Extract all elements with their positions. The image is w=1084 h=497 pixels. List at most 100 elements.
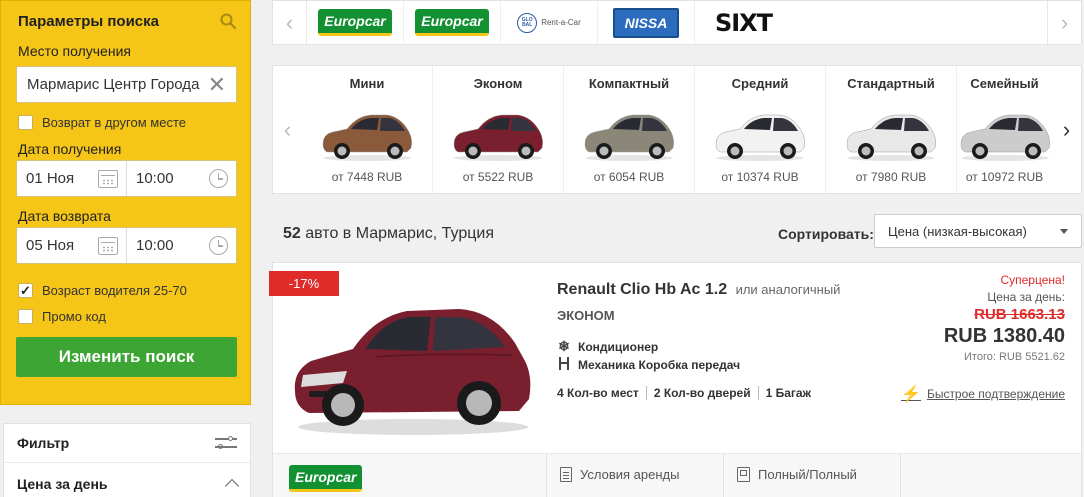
current-price: RUB 1380.40: [943, 325, 1065, 347]
chevron-left-icon[interactable]: ‹: [273, 1, 307, 44]
car-category-image: [846, 114, 936, 161]
results-count-text: авто в Мармарис, Турция: [305, 225, 495, 242]
car-result-card[interactable]: -17% Renault Clio Hb Ac 1.2 или аналогич…: [269, 262, 1082, 497]
promo-checkbox[interactable]: [18, 308, 33, 324]
super-deal-label: Суперцена!: [1000, 273, 1065, 287]
fuel-policy-label: Полный/Полный: [758, 467, 857, 482]
clear-icon[interactable]: ✕: [208, 73, 226, 96]
pickup-location-value: Мармарис Центр Города: [27, 76, 200, 93]
sort-select[interactable]: Цена (низкая-высокая): [874, 214, 1082, 248]
fuel-policy[interactable]: Полный/Полный: [724, 454, 901, 497]
chevron-up-icon[interactable]: [224, 478, 240, 494]
return-other-checkbox[interactable]: [18, 114, 33, 130]
europcar-logo: Europcar: [289, 465, 363, 492]
seats-count: 4 Кол-во мест: [557, 386, 639, 400]
calendar-icon: [98, 169, 118, 188]
pickup-location-input[interactable]: Мармарис Центр Города ✕: [16, 66, 237, 103]
driver-age-label: Возраст водителя 25-70: [42, 282, 187, 298]
category-item[interactable]: Эконом от 5522 RUB: [433, 66, 564, 193]
return-datetime-field: 05 Ноя 10:00: [16, 227, 237, 264]
supplier-logo-sixt[interactable]: SIXT: [695, 1, 792, 44]
return-other-checkbox-row[interactable]: Возврат в другом месте: [1, 111, 250, 133]
card-footer: Europcar Условия аренды Полный/Полный: [273, 453, 1081, 497]
old-price: RUB 1663.13: [974, 306, 1065, 323]
pickup-datetime-field: 01 Ноя 10:00: [16, 160, 237, 197]
feature-label: Механика Коробка передач: [578, 358, 741, 372]
per-day-label: Цена за день:: [987, 290, 1065, 304]
clock-icon: [209, 169, 228, 188]
rental-terms-link[interactable]: Условия аренды: [547, 454, 724, 497]
category-price: от 10972 RUB: [965, 170, 1044, 184]
change-search-button[interactable]: Изменить поиск: [16, 337, 237, 377]
rental-terms-label: Условия аренды: [580, 467, 680, 482]
feature-label: Кондиционер: [578, 339, 659, 354]
pickup-date-input[interactable]: 01 Ноя: [17, 161, 127, 196]
search-title: Параметры поиска: [18, 12, 159, 30]
pickup-date-label: Дата получения: [18, 141, 122, 157]
sliders-icon[interactable]: [215, 435, 237, 450]
return-date-input[interactable]: 05 Ноя: [17, 228, 127, 263]
sort-select-value: Цена (низкая-высокая): [888, 223, 1027, 239]
car-category-image: [453, 114, 543, 161]
category-name: Эконом: [473, 76, 523, 91]
pickup-location-label: Место получения: [18, 43, 131, 59]
search-icon[interactable]: [220, 13, 236, 29]
category-item[interactable]: Мини от 7448 RUB: [302, 66, 433, 193]
nissa-logo: NISSA: [612, 7, 680, 38]
results-count: 52 авто в Мармарис, Турция: [283, 225, 494, 243]
results-count-number: 52: [283, 225, 301, 242]
driver-age-checkbox-row[interactable]: ✓ Возраст водителя 25-70: [1, 279, 250, 301]
category-item[interactable]: Семейный от 10972 RUB: [957, 66, 1052, 193]
supplier-logo-nissa[interactable]: NISSA: [598, 1, 695, 44]
car-photo[interactable]: [283, 287, 538, 439]
return-date-label: Дата возврата: [18, 208, 111, 224]
supplier-logo-global[interactable]: GLO BAL Rent-a-Car: [501, 1, 598, 44]
pickup-time-input[interactable]: 10:00: [127, 161, 236, 196]
car-model: Renault Clio Hb Ac 1.2: [557, 281, 728, 298]
fuel-pump-icon: [737, 467, 750, 482]
driver-age-checkbox[interactable]: ✓: [18, 282, 33, 298]
category-name: Семейный: [970, 76, 1039, 91]
global-logo-text: Rent-a-Car: [541, 18, 581, 27]
feature-transmission: Механика Коробка передач: [557, 357, 740, 373]
category-name: Средний: [731, 76, 789, 91]
chevron-right-icon[interactable]: ›: [1047, 1, 1081, 44]
category-item[interactable]: Стандартный от 7980 RUB: [826, 66, 957, 193]
pickup-time-value: 10:00: [136, 170, 174, 187]
filter-section-price[interactable]: Цена за день: [4, 462, 250, 497]
filter-price-title: Цена за день: [17, 475, 108, 492]
car-specs: 4 Кол-во мест 2 Кол-во дверей 1 Багаж: [557, 386, 811, 400]
chevron-left-icon[interactable]: ‹: [273, 66, 302, 193]
sixt-logo: SIXT: [714, 8, 773, 37]
category-price: от 7448 RUB: [331, 170, 403, 184]
filter-header[interactable]: Фильтр: [4, 424, 250, 462]
fast-confirmation-label: Быстрое подтверждение: [926, 387, 1065, 401]
category-name: Мини: [349, 76, 385, 91]
search-header: Параметры поиска: [1, 1, 250, 41]
search-panel: Параметры поиска Место получения Мармари…: [0, 0, 251, 405]
supplier-logo-europcar[interactable]: Europcar: [307, 1, 404, 44]
snowflake-icon: ❄: [558, 338, 570, 354]
filter-panel: Фильтр Цена за день: [3, 423, 251, 497]
car-category-image: [584, 114, 674, 161]
lightning-icon: ⚡: [901, 386, 921, 403]
supplier-logo-europcar[interactable]: Europcar: [404, 1, 501, 44]
chevron-right-icon[interactable]: ›: [1052, 66, 1081, 193]
price-block: Суперцена! Цена за день: RUB 1663.13 RUB…: [944, 273, 1065, 363]
feature-air-conditioning: ❄ Кондиционер: [557, 338, 658, 355]
fast-confirmation-link[interactable]: ⚡ Быстрое подтверждение: [901, 384, 1065, 404]
clock-icon: [209, 236, 228, 255]
filter-title: Фильтр: [17, 435, 70, 451]
car-class: ЭКОНОМ: [557, 308, 615, 323]
return-time-input[interactable]: 10:00: [127, 228, 236, 263]
category-item[interactable]: Компактный от 6054 RUB: [564, 66, 695, 193]
caret-down-icon: [1060, 228, 1068, 234]
promo-checkbox-row[interactable]: Промо код: [1, 305, 250, 327]
car-model-title[interactable]: Renault Clio Hb Ac 1.2 или аналогичный: [557, 281, 840, 299]
bags-count: 1 Багаж: [765, 386, 812, 400]
category-name: Компактный: [588, 76, 670, 91]
car-similar-note: или аналогичный: [735, 282, 841, 297]
supplier-logo: Europcar: [273, 454, 547, 497]
car-category-carousel: ‹ Мини от 7448 RUB Эконом от 5522 RUB Компак…: [272, 65, 1082, 194]
category-item[interactable]: Средний от 10374 RUB: [695, 66, 826, 193]
